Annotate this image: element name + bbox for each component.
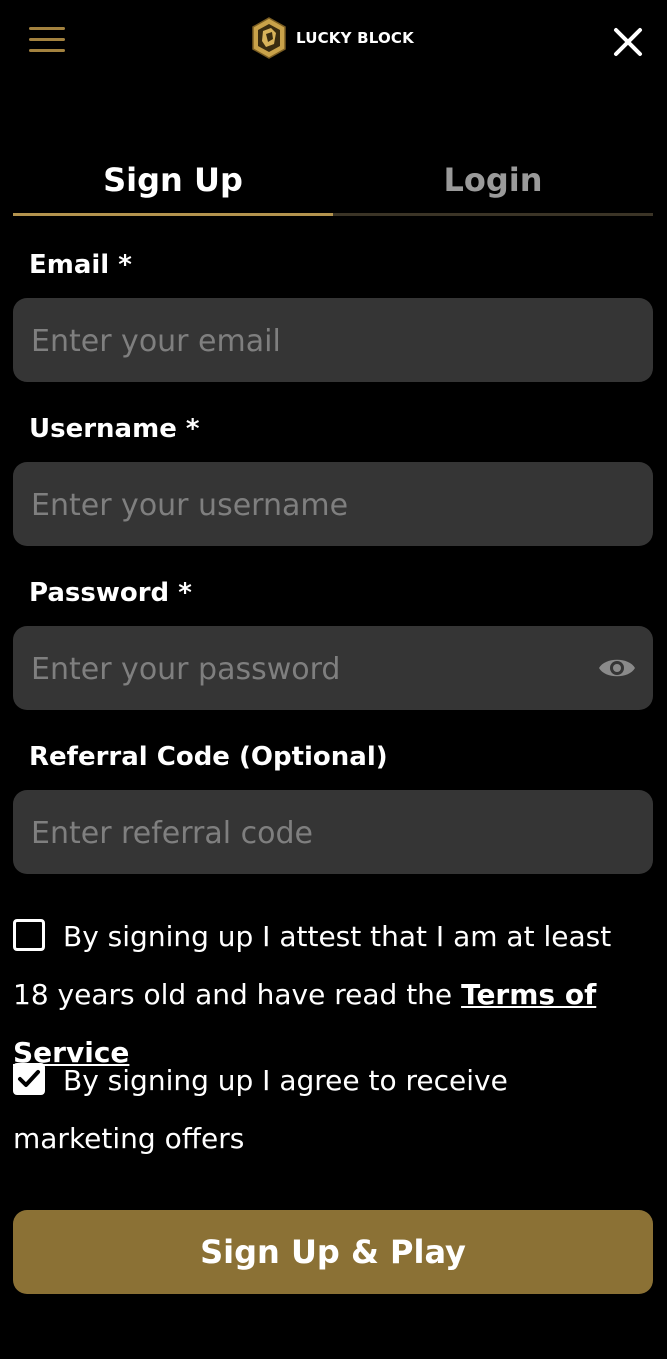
active-tab-indicator	[13, 213, 333, 216]
checkmark-icon	[18, 1070, 40, 1087]
email-input[interactable]	[29, 298, 593, 384]
sign-up-play-button[interactable]: Sign Up & Play	[13, 1210, 653, 1294]
logo-text: LUCKY BLOCK	[296, 29, 414, 47]
email-field	[13, 298, 653, 384]
age-consent-checkbox[interactable]	[13, 919, 45, 951]
referral-code-input[interactable]	[29, 790, 593, 876]
marketing-consent-text: By signing up I agree to receive marketi…	[13, 1064, 508, 1155]
password-label: Password *	[29, 578, 192, 608]
username-label: Username *	[29, 414, 200, 444]
username-field	[13, 462, 653, 548]
password-input[interactable]	[29, 626, 593, 712]
tab-sign-up[interactable]: Sign Up	[13, 152, 333, 208]
marketing-consent-row: By signing up I agree to receive marketi…	[13, 1052, 655, 1168]
logo[interactable]: LUCKY BLOCK	[251, 17, 414, 59]
auth-tabs: Sign Up Login	[13, 152, 653, 218]
tab-login[interactable]: Login	[333, 152, 653, 208]
close-icon[interactable]	[612, 26, 644, 58]
eye-icon[interactable]	[598, 654, 636, 682]
password-field	[13, 626, 653, 712]
email-label: Email *	[29, 250, 132, 280]
lucky-block-logo-icon	[252, 17, 286, 59]
top-bar: LUCKY BLOCK	[0, 0, 667, 80]
referral-field	[13, 790, 653, 876]
username-input[interactable]	[29, 462, 593, 548]
hamburger-menu-icon[interactable]	[29, 27, 65, 53]
marketing-consent-checkbox[interactable]	[13, 1063, 45, 1095]
referral-label: Referral Code (Optional)	[29, 742, 388, 772]
